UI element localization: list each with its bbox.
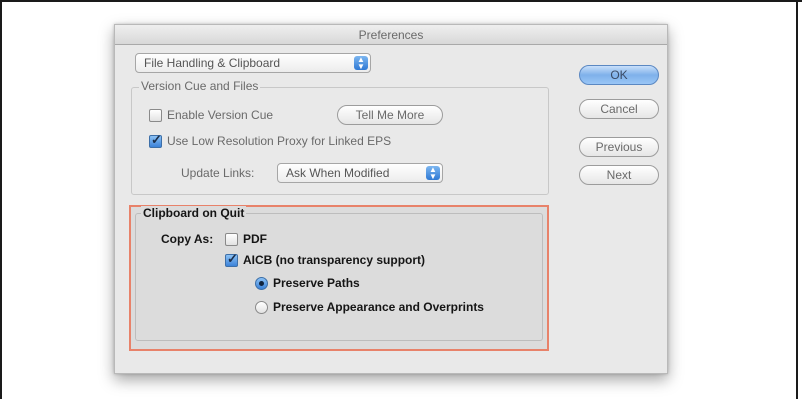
previous-button[interactable]: Previous bbox=[579, 137, 659, 157]
update-links-popup[interactable]: Ask When Modified ▲ ▼ bbox=[277, 163, 443, 183]
aicb-checkbox[interactable]: ✓ bbox=[225, 251, 238, 267]
checkmark-icon: ✓ bbox=[151, 132, 162, 147]
popup-stepper-icon: ▲ ▼ bbox=[426, 166, 440, 181]
enable-version-cue-label: Enable Version Cue bbox=[167, 108, 274, 122]
popup-stepper-icon: ▲ ▼ bbox=[354, 56, 368, 71]
enable-version-cue-checkbox[interactable] bbox=[149, 109, 162, 122]
update-links-label: Update Links: bbox=[181, 166, 255, 180]
cancel-button[interactable]: Cancel bbox=[579, 99, 659, 119]
preserve-paths-radio[interactable] bbox=[255, 277, 268, 290]
preserve-appearance-label: Preserve Appearance and Overprints bbox=[273, 300, 484, 314]
version-cue-group-title: Version Cue and Files bbox=[139, 79, 261, 93]
aicb-label: AICB (no transparency support) bbox=[243, 253, 426, 267]
low-res-proxy-label: Use Low Resolution Proxy for Linked EPS bbox=[167, 134, 392, 148]
preferences-dialog: Preferences File Handling & Clipboard ▲ ▼… bbox=[114, 24, 668, 374]
clipboard-group-title: Clipboard on Quit bbox=[141, 206, 247, 220]
pdf-label: PDF bbox=[243, 232, 267, 246]
update-links-value: Ask When Modified bbox=[286, 166, 390, 180]
radio-dot-icon bbox=[259, 281, 264, 286]
frame-left-border bbox=[0, 0, 2, 399]
ok-button[interactable]: OK bbox=[579, 65, 659, 85]
frame-top-border bbox=[0, 0, 802, 2]
category-popup-value: File Handling & Clipboard bbox=[144, 56, 281, 70]
next-button[interactable]: Next bbox=[579, 165, 659, 185]
tell-me-more-button[interactable]: Tell Me More bbox=[337, 105, 443, 125]
dialog-title: Preferences bbox=[115, 25, 667, 45]
frame-right-border bbox=[796, 0, 798, 399]
low-res-proxy-checkbox[interactable]: ✓ bbox=[149, 132, 162, 148]
copy-as-label: Copy As: bbox=[161, 232, 214, 246]
preserve-paths-label: Preserve Paths bbox=[273, 276, 360, 290]
category-popup[interactable]: File Handling & Clipboard ▲ ▼ bbox=[135, 53, 371, 73]
checkmark-icon: ✓ bbox=[227, 251, 238, 266]
preserve-appearance-radio[interactable] bbox=[255, 301, 268, 314]
pdf-checkbox[interactable] bbox=[225, 233, 238, 246]
